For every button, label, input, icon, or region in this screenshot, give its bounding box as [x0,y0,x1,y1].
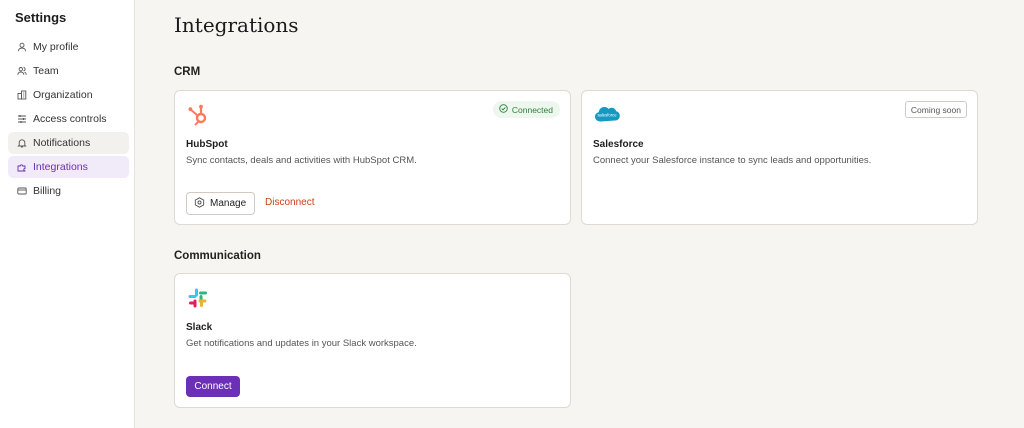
sidebar-item-team[interactable]: Team [8,60,129,82]
sidebar-item-label: Access controls [33,113,107,125]
sidebar-item-integrations[interactable]: Integrations [8,156,129,178]
connect-button[interactable]: Connect [186,376,240,397]
users-icon [17,66,27,76]
settings-sidebar: Settings My profile Team Organization Ac… [0,0,135,428]
integration-card-hubspot: Connected HubSpot Sync contacts, deals a… [174,90,571,225]
sidebar-item-my-profile[interactable]: My profile [8,36,129,58]
sidebar-item-billing[interactable]: Billing [8,180,129,202]
card-description: Sync contacts, deals and activities with… [186,155,417,166]
credit-card-icon [17,186,27,196]
card-name: Slack [186,322,213,333]
integration-card-salesforce: salesforce Coming soon Salesforce Connec… [581,90,978,225]
sidebar-item-label: Organization [33,89,93,101]
card-description: Connect your Salesforce instance to sync… [593,155,872,166]
sidebar-item-organization[interactable]: Organization [8,84,129,106]
user-icon [17,42,27,52]
status-badge-coming-soon: Coming soon [904,101,967,118]
manage-button-label: Manage [210,198,247,209]
bell-icon [17,138,27,148]
sidebar-item-label: My profile [33,41,79,53]
card-name: Salesforce [593,139,644,150]
building-icon [17,90,27,100]
settings-hexagon-icon [194,196,205,211]
check-circle-icon [499,104,508,115]
salesforce-logo-text: salesforce [597,113,617,118]
section-title-communication: Communication [174,250,261,262]
sliders-icon [17,114,27,124]
page-title: Integrations [174,13,299,37]
card-name: HubSpot [186,139,228,150]
integration-card-slack: Slack Get notifications and updates in y… [174,273,571,408]
sidebar-item-label: Integrations [33,161,88,173]
salesforce-logo: salesforce [594,105,620,128]
status-badge-label: Connected [511,104,553,115]
disconnect-button[interactable]: Disconnect [265,197,314,208]
manage-button[interactable]: Manage [186,192,256,215]
hubspot-logo [187,103,209,132]
section-title-crm: CRM [174,66,201,78]
sidebar-item-access-controls[interactable]: Access controls [8,108,129,130]
sidebar-nav: My profile Team Organization Access cont… [8,36,129,204]
slack-logo [188,288,208,313]
sidebar-item-label: Billing [33,185,62,197]
sidebar-item-label: Team [33,65,59,77]
status-badge-connected: Connected [492,101,560,118]
card-description: Get notifications and updates in your Sl… [186,338,417,349]
puzzle-icon [17,162,27,172]
sidebar-item-notifications[interactable]: Notifications [8,132,129,154]
sidebar-item-label: Notifications [33,137,91,149]
sidebar-title: Settings [15,10,67,25]
